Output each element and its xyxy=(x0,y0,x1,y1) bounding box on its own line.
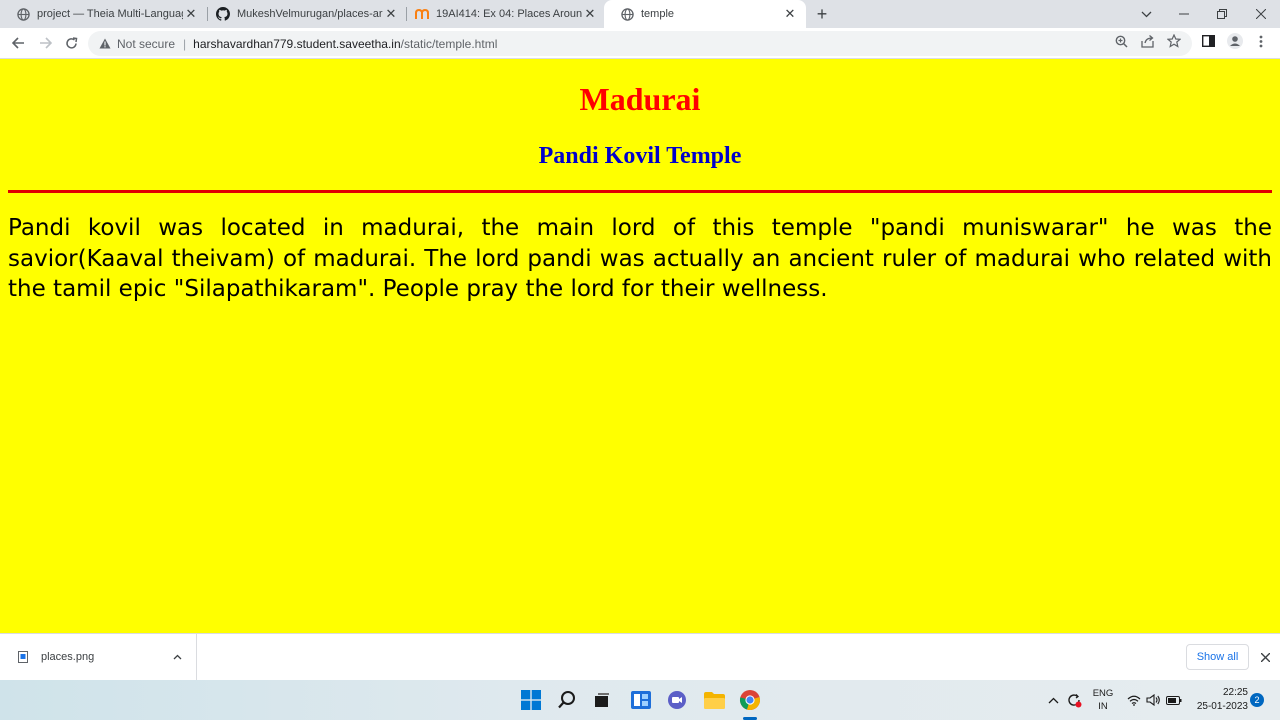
tab-strip: project — Theia Multi-Language ✕ MukeshV… xyxy=(0,0,1280,28)
globe-icon xyxy=(16,7,30,21)
tab-github-repo[interactable]: MukeshVelmurugan/places-arou ✕ xyxy=(200,0,407,28)
search-icon[interactable] xyxy=(555,688,579,712)
reload-button[interactable] xyxy=(60,32,82,54)
tab-moodle-exercise[interactable]: 19AI414: Ex 04: Places Around M ✕ xyxy=(399,0,606,28)
close-window-button[interactable] xyxy=(1242,0,1280,28)
clock-date: 25-01-2023 xyxy=(1196,701,1248,712)
language-code: ENG xyxy=(1092,688,1114,699)
download-bar: places.png Show all xyxy=(0,633,1280,680)
download-file-name[interactable]: places.png xyxy=(41,651,173,663)
globe-icon xyxy=(620,7,634,21)
language-indicator[interactable]: ENG IN xyxy=(1090,687,1116,713)
widgets-icon[interactable] xyxy=(629,688,653,712)
file-explorer-icon[interactable] xyxy=(702,688,726,712)
tab-title: project — Theia Multi-Language xyxy=(37,8,183,20)
new-tab-button[interactable]: + xyxy=(812,4,832,24)
warning-icon[interactable] xyxy=(99,38,113,49)
profile-avatar-icon[interactable] xyxy=(1227,33,1243,49)
region-code: IN xyxy=(1098,701,1108,712)
url-path[interactable]: /static/temple.html xyxy=(401,37,498,51)
tab-title: 19AI414: Ex 04: Places Around M xyxy=(436,8,582,20)
tab-title: temple xyxy=(641,8,675,20)
url-host[interactable]: harshavardhan779.student.saveetha.in xyxy=(193,37,401,51)
share-icon[interactable] xyxy=(1140,33,1156,49)
sync-update-icon[interactable] xyxy=(1064,688,1084,712)
page-content: Madurai Pandi Kovil Temple Pandi kovil w… xyxy=(0,59,1280,633)
side-panel-icon[interactable] xyxy=(1200,33,1216,49)
tab-theia-project[interactable]: project — Theia Multi-Language ✕ xyxy=(0,0,207,28)
close-icon[interactable]: ✕ xyxy=(183,6,199,22)
tab-search-chevron-icon[interactable] xyxy=(1127,0,1165,28)
forward-button[interactable] xyxy=(34,32,56,54)
github-icon xyxy=(216,7,230,21)
moodle-icon xyxy=(415,7,429,21)
divider-rule xyxy=(8,190,1272,193)
close-icon[interactable]: ✕ xyxy=(782,6,798,22)
wifi-icon[interactable] xyxy=(1126,688,1142,712)
close-icon[interactable] xyxy=(1256,648,1274,666)
show-all-button[interactable]: Show all xyxy=(1186,644,1249,670)
close-icon[interactable]: ✕ xyxy=(383,6,399,22)
tab-temple[interactable]: temple ✕ xyxy=(604,0,806,28)
chevron-up-icon[interactable] xyxy=(1044,688,1062,712)
restore-button[interactable] xyxy=(1203,0,1241,28)
page-subtitle: Pandi Kovil Temple xyxy=(538,143,742,169)
download-item[interactable]: places.png xyxy=(0,634,197,680)
close-icon[interactable]: ✕ xyxy=(582,6,598,22)
image-file-icon xyxy=(18,650,30,664)
zoom-icon[interactable] xyxy=(1113,33,1129,49)
page-title: Madurai xyxy=(579,81,701,117)
chevron-up-icon[interactable] xyxy=(173,651,182,663)
back-button[interactable] xyxy=(7,32,29,54)
minimize-button[interactable] xyxy=(1165,0,1203,28)
temple-description: Pandi kovil was located in madurai, the … xyxy=(8,215,1272,302)
menu-kebab-icon[interactable] xyxy=(1253,33,1269,49)
system-clock[interactable]: 22:25 25-01-2023 xyxy=(1188,686,1248,714)
bookmark-star-icon[interactable] xyxy=(1166,33,1182,49)
teams-chat-icon[interactable] xyxy=(665,688,689,712)
task-view-icon[interactable] xyxy=(590,688,614,712)
taskbar: ENG IN 22:25 25-01-2023 2 xyxy=(0,680,1280,720)
address-bar[interactable]: Not secure | harshavardhan779.student.sa… xyxy=(88,31,1192,56)
chrome-icon[interactable] xyxy=(738,688,762,712)
battery-icon[interactable] xyxy=(1164,688,1184,712)
volume-icon[interactable] xyxy=(1144,688,1162,712)
security-label[interactable]: Not secure xyxy=(117,37,175,51)
clock-time: 22:25 xyxy=(1222,687,1248,698)
divider: | xyxy=(183,36,187,51)
tab-title: MukeshVelmurugan/places-arou xyxy=(237,8,383,20)
notification-badge[interactable]: 2 xyxy=(1250,693,1264,707)
windows-start-icon[interactable] xyxy=(519,688,543,712)
browser-toolbar: Not secure | harshavardhan779.student.sa… xyxy=(0,28,1280,59)
